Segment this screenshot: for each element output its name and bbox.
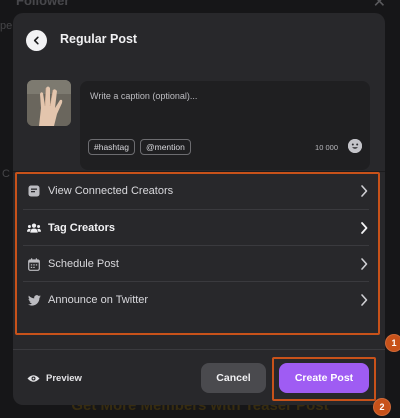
modal-header: Regular Post <box>13 13 385 69</box>
preview-label: Preview <box>46 372 82 384</box>
media-thumbnail[interactable] <box>27 80 71 126</box>
modal-title: Regular Post <box>60 32 138 46</box>
preview-button[interactable]: Preview <box>27 370 82 386</box>
mention-chip[interactable]: @mention <box>140 139 191 155</box>
cancel-button[interactable]: Cancel <box>201 363 266 393</box>
hashtag-chip[interactable]: #hashtag <box>88 139 135 155</box>
annotation-highlight-options <box>15 172 380 335</box>
caption-box: #hashtag @mention 10 000 <box>80 81 370 170</box>
hand-photo-image <box>27 80 71 126</box>
caption-input[interactable] <box>88 90 362 102</box>
annotation-highlight-create <box>272 357 376 401</box>
smile-icon <box>348 139 362 153</box>
footer-separator <box>13 349 385 350</box>
annotation-badge: 1 <box>385 334 400 352</box>
eye-icon <box>27 374 40 382</box>
back-button[interactable] <box>26 30 47 51</box>
chevron-left-icon <box>33 36 39 45</box>
character-count: 10 000 <box>315 143 338 152</box>
emoji-button[interactable] <box>348 139 362 153</box>
annotation-badge: 2 <box>373 398 391 416</box>
